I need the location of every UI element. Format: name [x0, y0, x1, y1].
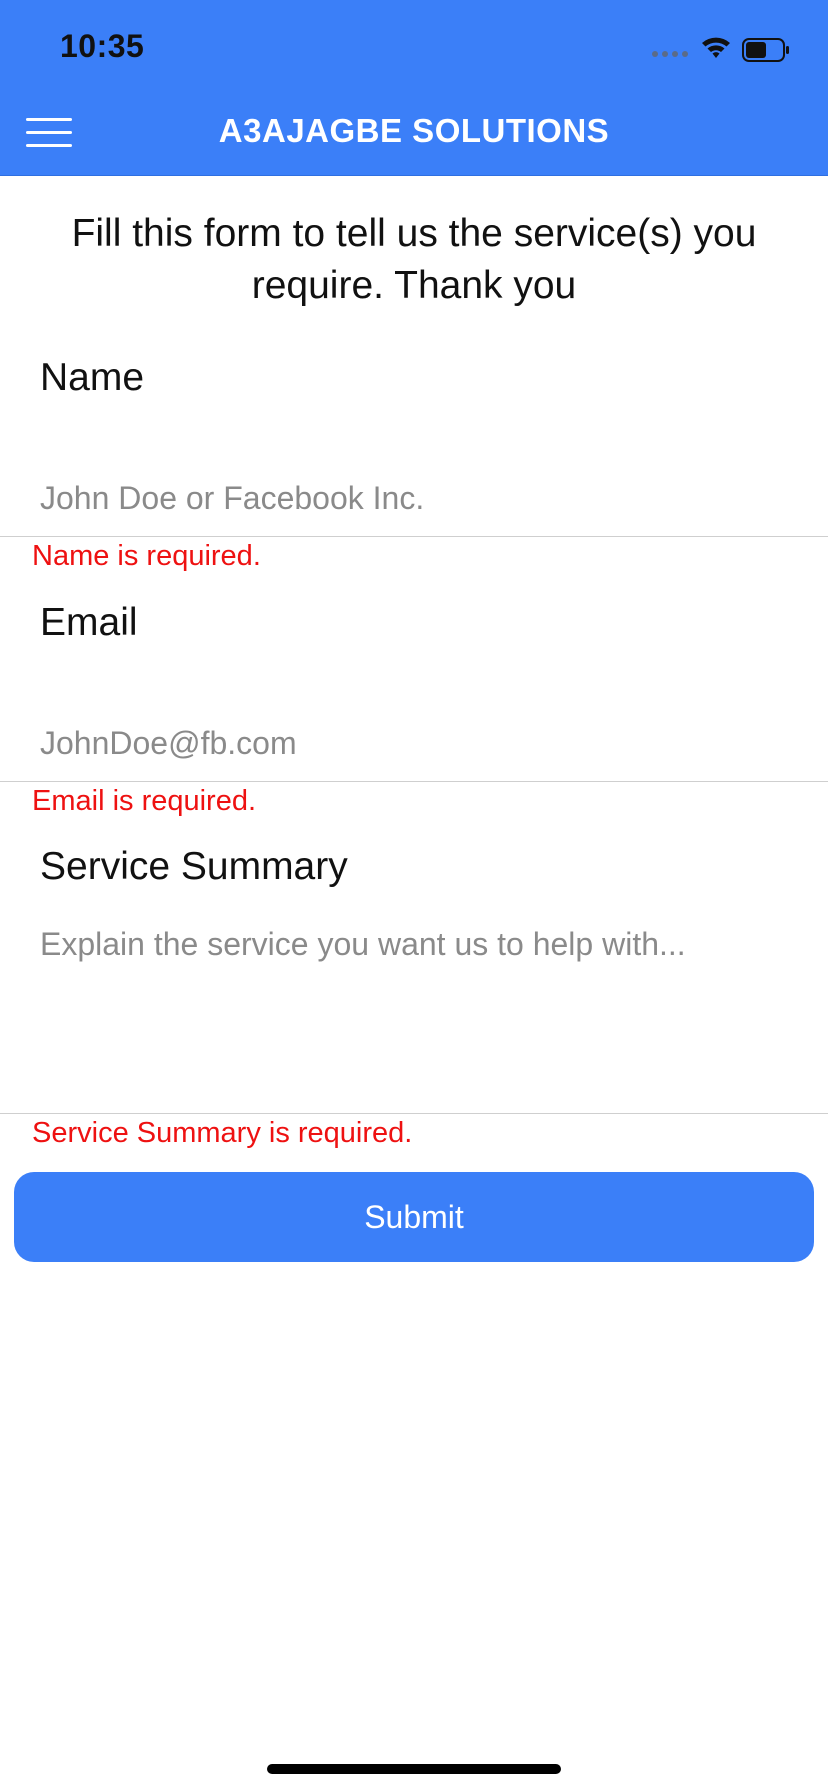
service-summary-textarea[interactable]: [40, 924, 800, 1074]
status-bar-time: 10:35: [60, 28, 145, 64]
name-error-message: Name is required.: [32, 540, 261, 572]
cellular-signal-icon: [652, 51, 690, 59]
submit-button[interactable]: Submit: [14, 1172, 814, 1262]
home-indicator[interactable]: [267, 1764, 561, 1774]
name-label: Name: [40, 356, 145, 399]
app-header: 10:35 A3AJAGBE SOLUTIONS: [0, 0, 828, 176]
email-error-message: Email is required.: [32, 785, 257, 817]
service-summary-divider: [0, 1113, 828, 1114]
service-summary-error-message: Service Summary is required.: [32, 1117, 413, 1149]
app-title: A3AJAGBE SOLUTIONS: [218, 112, 610, 149]
name-divider: [0, 536, 828, 537]
name-input[interactable]: [40, 476, 800, 520]
wifi-icon: [702, 37, 730, 58]
service-summary-label: Service Summary: [40, 845, 348, 888]
battery-icon: [742, 38, 789, 62]
email-input[interactable]: [40, 721, 800, 765]
email-label: Email: [40, 601, 138, 644]
email-divider: [0, 781, 828, 782]
form-intro-text: Fill this form to tell us the service(s)…: [71, 212, 757, 307]
